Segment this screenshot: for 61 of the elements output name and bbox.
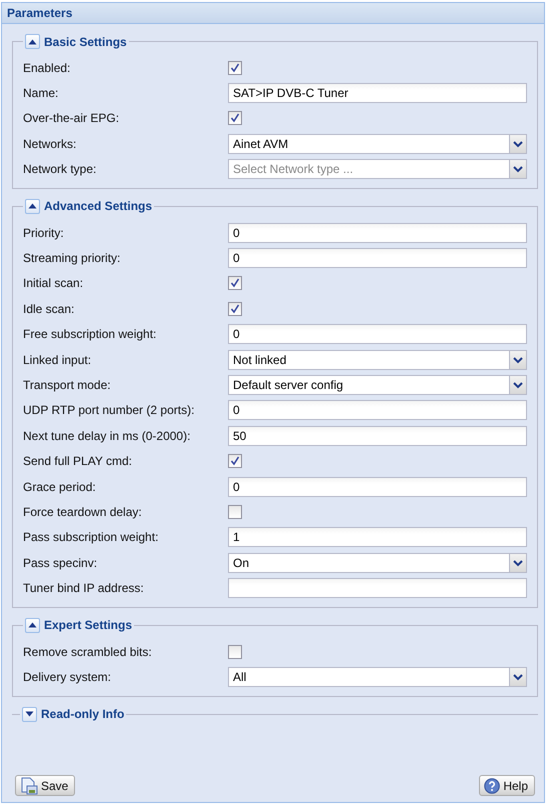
field-label: Linked input: — [23, 352, 92, 367]
field-label: Next tune delay in ms (0-2000): — [23, 428, 192, 443]
collapse-button[interactable] — [25, 198, 40, 214]
up-triangle-icon — [28, 622, 37, 628]
dropdown[interactable]: Not linked — [228, 350, 527, 370]
text-field[interactable]: 0 — [228, 476, 527, 497]
field-label: Pass specinv: — [23, 556, 98, 570]
group-title: Read-only Info — [41, 707, 124, 722]
field-label: Send full PLAY cmd: — [23, 454, 133, 468]
field-label: UDP RTP port number (2 ports): — [23, 403, 196, 418]
checkbox[interactable] — [228, 276, 242, 290]
field-label: Initial scan: — [23, 276, 84, 290]
dropdown[interactable]: Select Network type ... — [228, 159, 527, 180]
text-field[interactable]: 0 — [228, 324, 527, 344]
field-label: Idle scan: — [23, 302, 76, 316]
field-label: Name: — [23, 86, 60, 100]
checkbox[interactable] — [228, 60, 242, 75]
collapse-button[interactable] — [25, 34, 40, 49]
field-label: Grace period: — [23, 480, 97, 494]
text-field[interactable]: 1 — [228, 527, 527, 548]
field-label: Free subscription weight: — [23, 327, 158, 342]
help-icon — [484, 778, 500, 794]
checkbox[interactable] — [228, 111, 242, 126]
field-label: Pass subscription weight: — [23, 530, 160, 544]
up-triangle-icon — [28, 203, 37, 210]
dropdown[interactable]: Default server config — [228, 374, 527, 395]
field-label: Tuner bind IP address: — [23, 581, 145, 596]
field-label: Over-the-air EPG: — [23, 111, 120, 126]
group-title: Expert Settings — [44, 618, 132, 632]
save-button[interactable]: Save — [15, 775, 76, 796]
field-label: Transport mode: — [23, 378, 112, 392]
field-label: Streaming priority: — [23, 251, 122, 266]
text-field[interactable]: 0 — [228, 222, 527, 243]
dropdown[interactable]: Ainet AVM — [228, 134, 527, 154]
expand-button[interactable] — [22, 706, 37, 722]
text-field[interactable]: 50 — [228, 426, 527, 446]
dropdown[interactable]: On — [228, 552, 527, 573]
document-icon — [20, 776, 38, 794]
text-field[interactable]: 0 — [228, 400, 527, 420]
text-field[interactable]: 0 — [228, 248, 527, 268]
field-label: Networks: — [23, 136, 78, 151]
checkbox[interactable] — [228, 302, 242, 316]
field-label: Enabled: — [23, 60, 72, 75]
text-field[interactable]: SAT>IP DVB-C Tuner — [228, 83, 527, 104]
text-field[interactable] — [228, 578, 527, 598]
field-label: Priority: — [23, 226, 65, 240]
field-label: Network type: — [23, 162, 98, 176]
panel-title: Parameters — [2, 3, 544, 24]
up-triangle-icon — [28, 38, 37, 44]
field-label: Remove scrambled bits: — [23, 644, 153, 658]
checkbox[interactable] — [228, 454, 242, 468]
checkbox[interactable] — [228, 504, 242, 519]
checkbox[interactable] — [228, 644, 242, 658]
group-title: Basic Settings — [44, 34, 127, 48]
field-label: Delivery system: — [23, 670, 112, 684]
field-label: Force teardown delay: — [23, 504, 143, 519]
down-triangle-icon — [25, 711, 34, 718]
group-title: Advanced Settings — [44, 199, 152, 214]
dropdown[interactable]: All — [228, 666, 527, 687]
help-button[interactable]: Help — [479, 775, 535, 796]
collapse-button[interactable] — [25, 618, 40, 633]
